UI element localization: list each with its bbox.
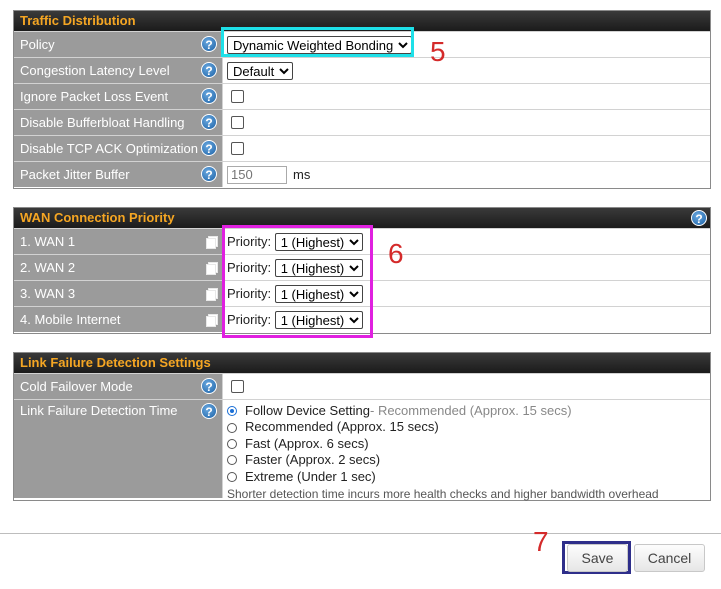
disable-tcp-ack-row: Disable TCP ACK Optimization ? [14,135,710,161]
callout-5: 5 [430,36,446,67]
priority-highlight-box [222,225,373,338]
radio-option[interactable]: Fast (Approx. 6 secs) [227,436,659,452]
help-icon[interactable]: ? [201,114,217,130]
packet-jitter-label: Packet Jitter Buffer [20,167,130,182]
help-icon[interactable]: ? [201,403,217,419]
detection-time-options: Follow Device Setting - Recommended (App… [223,400,659,504]
congestion-latency-row: Congestion Latency Level ? Default [14,57,710,83]
packet-jitter-input[interactable] [227,165,287,184]
disable-bufferbloat-row: Disable Bufferbloat Handling ? [14,109,710,135]
radio-button[interactable] [227,422,237,433]
disable-bufferbloat-checkbox[interactable] [231,116,244,129]
congestion-latency-label: Congestion Latency Level [20,63,170,78]
congestion-latency-select[interactable]: Default [227,61,293,80]
callout-6: 6 [388,238,404,269]
mobile-internet-label: 4. Mobile Internet [20,312,121,327]
policy-highlight-box [221,27,414,57]
disable-tcp-ack-label: Disable TCP ACK Optimization [20,141,198,156]
cold-failover-row: Cold Failover Mode ? [14,373,710,399]
help-icon[interactable]: ? [201,62,217,78]
wan-3-label: 3. WAN 3 [20,286,76,301]
detection-time-note: Shorter detection time incurs more healt… [227,487,659,502]
ignore-packet-loss-row: Ignore Packet Loss Event ? [14,83,710,109]
detection-time-label: Link Failure Detection Time [20,403,178,418]
copy-icon[interactable] [206,288,218,301]
help-icon[interactable]: ? [201,166,217,182]
footer-divider [0,533,721,534]
radio-option[interactable]: Extreme (Under 1 sec) [227,469,659,485]
radio-option[interactable]: Faster (Approx. 2 secs) [227,452,659,468]
radio-option[interactable]: Recommended (Approx. 15 secs) [227,419,659,435]
packet-jitter-unit: ms [293,167,311,182]
help-icon[interactable]: ? [201,378,217,394]
copy-icon[interactable] [206,262,218,275]
cancel-button[interactable]: Cancel [634,544,705,572]
policy-label: Policy [20,37,55,52]
cold-failover-checkbox[interactable] [231,380,244,393]
cold-failover-label: Cold Failover Mode [20,379,133,394]
radio-button[interactable] [227,439,237,450]
wan-2-label: 2. WAN 2 [20,260,76,275]
help-icon[interactable]: ? [201,88,217,104]
save-button[interactable]: Save [567,544,628,572]
packet-jitter-row: Packet Jitter Buffer ? ms [14,161,710,187]
copy-icon[interactable] [206,314,218,327]
disable-tcp-ack-checkbox[interactable] [231,142,244,155]
ignore-packet-loss-checkbox[interactable] [231,90,244,103]
wan-1-label: 1. WAN 1 [20,234,76,249]
radio-button[interactable] [227,455,237,466]
link-failure-panel: Link Failure Detection Settings Cold Fai… [13,352,711,501]
help-icon[interactable]: ? [201,140,217,156]
ignore-packet-loss-label: Ignore Packet Loss Event [20,89,169,104]
radio-option[interactable]: Follow Device Setting - Recommended (App… [227,403,659,419]
callout-7: 7 [533,526,549,557]
link-failure-header: Link Failure Detection Settings [14,353,710,373]
radio-button[interactable] [227,471,237,482]
radio-button[interactable] [227,406,237,417]
help-icon[interactable]: ? [201,36,217,52]
detection-time-row: Link Failure Detection Time ? Follow Dev… [14,399,710,501]
help-icon[interactable]: ? [691,210,707,226]
copy-icon[interactable] [206,236,218,249]
disable-bufferbloat-label: Disable Bufferbloat Handling [20,115,185,130]
